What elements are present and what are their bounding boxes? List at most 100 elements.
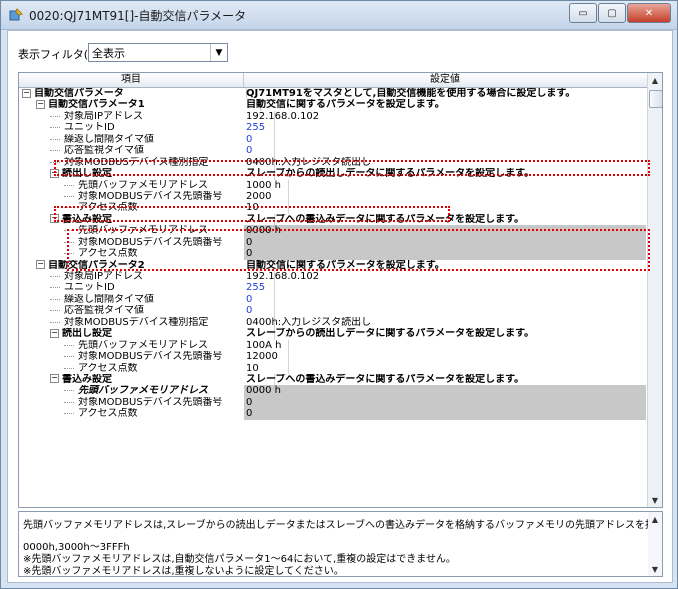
table-row[interactable]: 先頭バッファメモリアドレス 0000 h [19,385,647,397]
row-value-cell[interactable]: 0000 h [244,385,646,397]
close-button[interactable]: ✕ [627,3,671,23]
tree-guide-icon [50,134,60,140]
row-value-cell[interactable]: 0400h:入力レジスタ読出し [244,157,646,168]
collapse-icon[interactable]: − [50,374,59,384]
row-item-cell[interactable]: − 書込み設定 [19,213,275,226]
desc-scroll-up-icon[interactable]: ▲ [648,512,662,526]
row-item-cell[interactable]: 応答監視タイマ値 [19,145,275,157]
table-row[interactable]: 対象MODBUSデバイス先頭番号 12000 [19,351,647,363]
collapse-icon[interactable]: − [50,328,59,338]
row-value-cell[interactable]: スレーブからの読出しデータに関するパラメータを設定します。 [244,328,646,339]
table-row[interactable]: − 自動交信パラメータ1 自動交信に関するパラメータを設定します。 [19,99,647,111]
row-item-cell[interactable]: 対象MODBUSデバイス種別指定 [19,316,275,329]
row-item-cell[interactable]: − 自動交信パラメータ1 [19,99,261,111]
table-row[interactable]: 対象MODBUSデバイス種別指定 0400h:入力レジスタ読出し [19,316,647,329]
scroll-thumb[interactable] [649,90,662,108]
row-item-cell[interactable]: − 読出し設定 [19,328,275,340]
table-row[interactable]: − 書込み設定 スレーブへの書込みデータに関するパラメータを設定します。 [19,213,647,226]
row-item-cell[interactable]: − 書込み設定 [19,373,275,386]
table-row[interactable]: 先頭バッファメモリアドレス 100A h [19,339,647,352]
row-item-cell[interactable]: ユニットID [19,122,275,134]
table-row[interactable]: ユニットID 255 [19,282,647,294]
table-row[interactable]: − 読出し設定 スレーブからの読出しデータに関するパラメータを設定します。 [19,328,647,340]
header-item[interactable]: 項目 [19,73,244,87]
row-value-cell[interactable]: スレーブからの読出しデータに関するパラメータを設定します。 [244,168,646,179]
header-value[interactable]: 設定値 [244,73,646,87]
row-value-cell[interactable]: 12000 [244,351,646,362]
row-value-cell[interactable]: 0 [244,248,646,260]
row-value-cell[interactable]: 0 [244,294,646,305]
table-row[interactable]: 対象局IPアドレス 192.168.0.102 [19,110,647,123]
table-row[interactable]: アクセス点数 10 [19,362,647,374]
row-item-cell[interactable]: 繰返し間隔タイマ値 [19,133,275,146]
table-row[interactable]: 対象MODBUSデバイス種別指定 0400h:入力レジスタ読出し [19,156,647,169]
row-label: アクセス点数 [78,248,138,260]
scroll-down-icon[interactable]: ▼ [648,493,662,507]
row-value-cell[interactable]: 2000 [244,191,646,202]
row-item-cell[interactable]: − 自動交信パラメータ2 [19,259,261,271]
table-row[interactable]: 対象MODBUSデバイス先頭番号 0 [19,396,647,409]
row-item-cell[interactable]: 繰返し間隔タイマ値 [19,293,275,306]
description-scrollbar[interactable]: ▲ ▼ [648,512,662,576]
row-value-cell[interactable]: 0000 h [244,225,646,237]
table-row[interactable]: 繰返し間隔タイマ値 0 [19,133,647,146]
row-value-cell[interactable]: 255 [244,122,646,133]
table-row[interactable]: − 書込み設定 スレーブへの書込みデータに関するパラメータを設定します。 [19,373,647,386]
table-row[interactable]: 対象局IPアドレス 192.168.0.102 [19,271,647,283]
row-item-cell[interactable]: 対象MODBUSデバイス種別指定 [19,156,275,169]
table-row[interactable]: 応答監視タイマ値 0 [19,145,647,157]
row-value-cell[interactable]: 1000 h [244,180,646,191]
row-value-cell[interactable]: QJ71MT91をマスタとして,自動交信機能を使用する場合に設定します。 [244,88,646,99]
table-row[interactable]: 対象MODBUSデバイス先頭番号 0 [19,236,647,249]
row-item-cell[interactable]: 対象局IPアドレス [19,110,275,123]
chevron-down-icon[interactable]: ▼ [210,44,227,61]
row-value-cell[interactable]: 0 [244,145,646,156]
table-row[interactable]: 応答監視タイマ値 0 [19,305,647,317]
row-item-cell[interactable]: ユニットID [19,282,275,294]
row-value-cell[interactable]: スレーブへの書込みデータに関するパラメータを設定します。 [244,374,646,385]
row-value-cell[interactable]: 10 [244,202,646,213]
grid-scrollbar[interactable]: ▲ ▼ [647,73,662,507]
row-value-cell[interactable]: 0 [244,408,646,420]
table-row[interactable]: 対象MODBUSデバイス先頭番号 2000 [19,190,647,203]
row-item-cell[interactable]: − 自動交信パラメータ [19,88,247,100]
row-label: アクセス点数 [78,408,138,420]
collapse-icon[interactable]: − [36,260,45,270]
row-value-cell[interactable]: 0400h:入力レジスタ読出し [244,317,646,328]
row-value-cell[interactable]: 0 [244,396,646,409]
row-value-cell[interactable]: 100A h [244,340,646,351]
row-value-cell[interactable]: 192.168.0.102 [244,111,646,122]
row-item-cell[interactable]: − 読出し設定 [19,168,275,180]
table-row[interactable]: 繰返し間隔タイマ値 0 [19,293,647,306]
table-row[interactable]: − 自動交信パラメータ2 自動交信に関するパラメータを設定します。 [19,259,647,271]
table-row[interactable]: ユニットID 255 [19,122,647,134]
table-row[interactable]: 先頭バッファメモリアドレス 0000 h [19,225,647,237]
row-item-cell[interactable]: 対象局IPアドレス [19,271,275,283]
row-value-cell[interactable]: 255 [244,282,646,293]
row-value-cell[interactable]: 自動交信に関するパラメータを設定します。 [244,99,646,110]
row-value-cell[interactable]: 10 [244,363,646,374]
table-row[interactable]: アクセス点数 10 [19,202,647,214]
collapse-icon[interactable]: − [36,99,45,109]
row-value-cell[interactable]: 0 [244,134,646,145]
collapse-icon[interactable]: − [50,168,59,178]
table-row[interactable]: アクセス点数 0 [19,408,647,420]
row-value-cell[interactable]: 192.168.0.102 [244,271,646,282]
row-item-cell[interactable]: 応答監視タイマ値 [19,305,275,317]
collapse-icon[interactable]: − [50,214,59,224]
table-row[interactable]: 先頭バッファメモリアドレス 1000 h [19,179,647,191]
row-value-cell[interactable]: 0 [244,305,646,316]
maximize-button[interactable]: ▢ [598,3,626,23]
table-row[interactable]: アクセス点数 0 [19,248,647,260]
row-value-cell[interactable]: スレーブへの書込みデータに関するパラメータを設定します。 [244,214,646,225]
title-bar[interactable]: 0020:QJ71MT91[]-自動交信パラメータ ▭ ▢ ✕ [1,1,677,30]
table-row[interactable]: − 読出し設定 スレーブからの読出しデータに関するパラメータを設定します。 [19,168,647,180]
row-value-cell[interactable]: 自動交信に関するパラメータを設定します。 [244,260,646,271]
desc-scroll-down-icon[interactable]: ▼ [648,562,662,576]
scroll-up-icon[interactable]: ▲ [648,73,662,87]
table-row[interactable]: − 自動交信パラメータ QJ71MT91をマスタとして,自動交信機能を使用する場合に… [19,88,647,100]
row-value-cell[interactable]: 0 [244,236,646,249]
minimize-button[interactable]: ▭ [569,3,597,23]
collapse-icon[interactable]: − [22,88,31,98]
filter-dropdown[interactable]: 全表示 ▼ [88,43,228,62]
